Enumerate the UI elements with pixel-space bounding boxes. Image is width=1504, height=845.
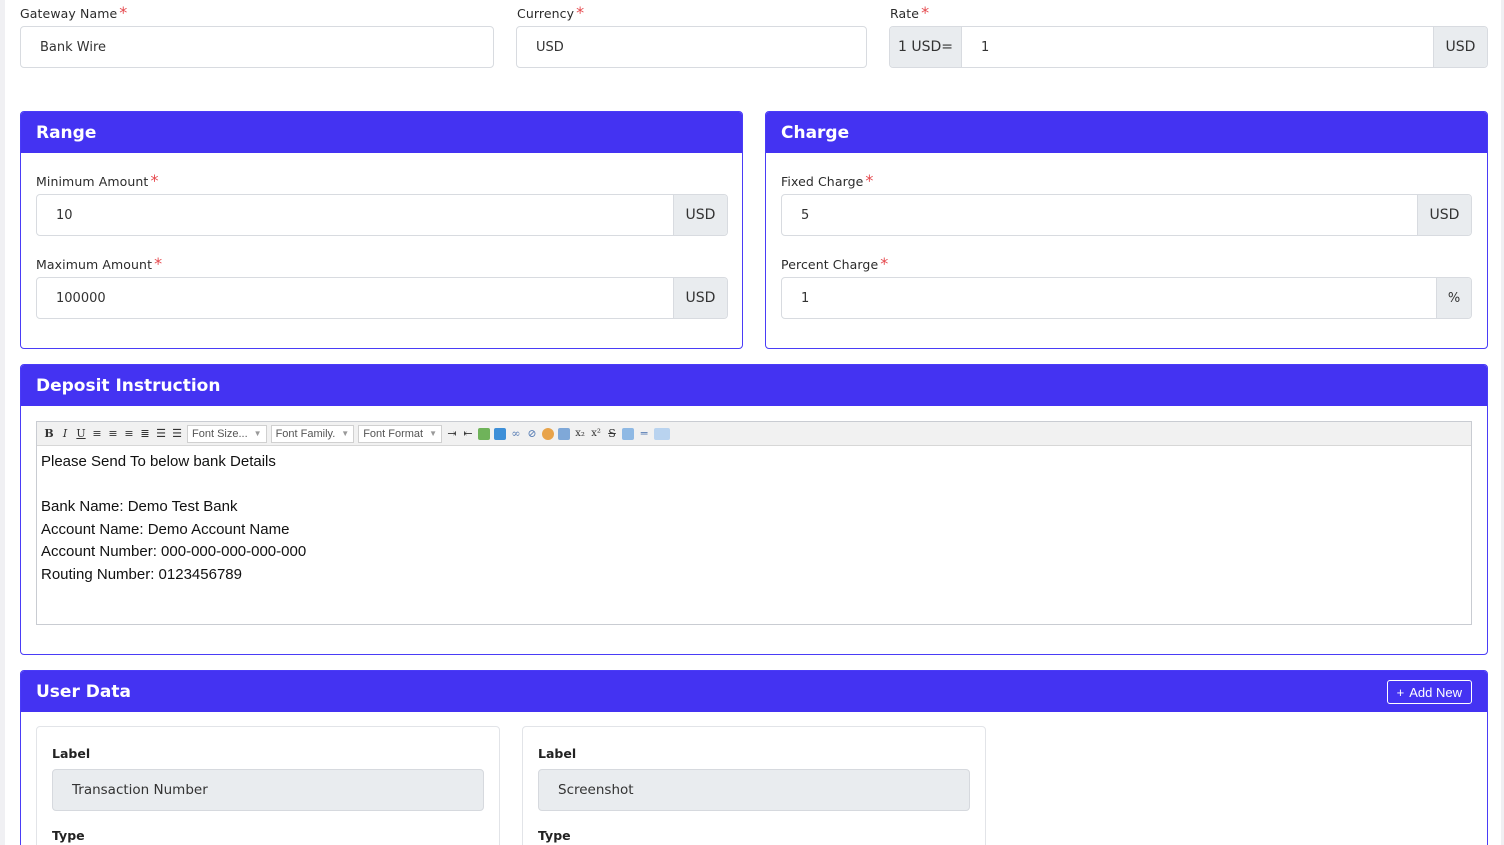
outdent-icon[interactable]: ⇤	[462, 427, 474, 441]
fixed-charge-unit: USD	[1417, 195, 1471, 235]
label-caption: Label	[52, 746, 91, 761]
plus-icon: +	[1396, 684, 1405, 700]
font-size-select[interactable]: Font Size... ▼	[187, 424, 267, 443]
editor-toolbar: B I U ≡ ≡ ≡ ≣ ☰ ☰ Font Size... ▼ Font Fam…	[37, 422, 1471, 446]
rate-label: Rate *	[890, 3, 930, 22]
italic-icon[interactable]: I	[59, 427, 71, 441]
label-caption: Label	[538, 746, 577, 761]
text-color-icon[interactable]	[478, 427, 491, 440]
currency-input[interactable]: USD	[516, 26, 867, 68]
maximum-amount-group: 100000 USD	[36, 277, 728, 319]
minimum-amount-label: Minimum Amount *	[36, 171, 159, 190]
user-field-card: Label Screenshot Type	[522, 726, 986, 845]
percent-charge-group: 1 %	[781, 277, 1472, 319]
maximum-amount-label: Maximum Amount *	[36, 254, 163, 273]
fixed-charge-group: 5 USD	[781, 194, 1472, 236]
align-justify-icon[interactable]: ≣	[139, 427, 151, 441]
user-data-card: User Data + Add New Label Transaction Nu…	[20, 670, 1488, 845]
charge-card-header: Charge	[766, 112, 1487, 153]
rate-suffix-addon: USD	[1433, 27, 1487, 67]
user-data-title: User Data	[36, 681, 131, 702]
unordered-list-icon[interactable]: ☰	[171, 427, 183, 441]
image-icon[interactable]	[542, 427, 555, 440]
gateway-name-input[interactable]: Bank Wire	[20, 26, 494, 68]
background-color-icon[interactable]	[494, 427, 507, 440]
remove-format-icon[interactable]	[622, 427, 635, 440]
editor-line: Account Name: Demo Account Name	[41, 520, 290, 538]
editor-line: Bank Name: Demo Test Bank	[41, 498, 238, 515]
link-icon[interactable]: ∞	[510, 427, 522, 441]
minimum-amount-group: 10 USD	[36, 194, 728, 236]
ordered-list-icon[interactable]: ☰	[155, 427, 167, 441]
superscript-icon[interactable]: x²	[590, 427, 602, 441]
underline-icon[interactable]: U	[75, 427, 87, 441]
minimum-amount-input[interactable]: 10	[37, 195, 673, 235]
indent-icon[interactable]: ⇥	[446, 427, 458, 441]
type-caption: Type	[52, 828, 85, 843]
percent-charge-label: Percent Charge *	[781, 254, 889, 273]
deposit-instruction-card: Deposit Instruction B I U ≡ ≡ ≡ ≣ ☰ ☰ Fo…	[20, 364, 1488, 655]
range-card-header: Range	[21, 112, 742, 153]
rate-input-group: 1 USD= 1 USD	[889, 26, 1488, 68]
add-new-button[interactable]: + Add New	[1386, 680, 1472, 704]
label-value-input[interactable]: Transaction Number	[52, 769, 484, 811]
type-caption: Type	[538, 828, 571, 843]
html-source-icon[interactable]	[654, 427, 671, 440]
user-data-header: User Data + Add New	[21, 671, 1487, 712]
align-center-icon[interactable]: ≡	[107, 427, 119, 441]
add-new-label: Add New	[1409, 684, 1462, 700]
editor-content[interactable]: Please Send To below bank Details Bank N…	[37, 446, 1471, 591]
charge-card: Charge Fixed Charge * 5 USD Percent Charg…	[765, 111, 1488, 349]
maximum-amount-unit: USD	[673, 278, 727, 318]
subscript-icon[interactable]: x₂	[574, 427, 586, 441]
range-card: Range Minimum Amount * 10 USD Maximum Amo…	[20, 111, 743, 349]
label-value-input[interactable]: Screenshot	[538, 769, 970, 811]
align-left-icon[interactable]: ≡	[91, 427, 103, 441]
font-family-select[interactable]: Font Family. ▼	[270, 424, 355, 443]
bold-icon[interactable]: B	[43, 427, 55, 441]
currency-label: Currency *	[517, 3, 585, 22]
rate-prefix-addon: 1 USD=	[890, 27, 962, 67]
unlink-icon[interactable]: ⊘	[526, 427, 538, 441]
user-field-card: Label Transaction Number Type	[36, 726, 500, 845]
editor-line-blank	[41, 474, 1467, 497]
percent-charge-input[interactable]: 1	[782, 278, 1436, 318]
rate-input[interactable]: 1	[962, 27, 1433, 67]
editor-line: Routing Number: 0123456789	[41, 565, 242, 583]
deposit-instruction-header: Deposit Instruction	[21, 365, 1487, 406]
maximum-amount-input[interactable]: 100000	[37, 278, 673, 318]
font-format-select[interactable]: Font Format ▼	[358, 424, 443, 443]
left-page-edge	[0, 0, 5, 845]
minimum-amount-unit: USD	[673, 195, 727, 235]
fixed-charge-input[interactable]: 5	[782, 195, 1417, 235]
fixed-charge-label: Fixed Charge *	[781, 171, 874, 190]
editor-line: Account Number: 000-000-000-000-000	[41, 543, 307, 560]
strikethrough-icon[interactable]: S	[606, 427, 618, 441]
rich-text-editor[interactable]: B I U ≡ ≡ ≡ ≣ ☰ ☰ Font Size... ▼ Font Fam…	[36, 421, 1472, 625]
edit-html-icon[interactable]	[558, 427, 571, 440]
gateway-name-label: Gateway Name *	[20, 3, 128, 22]
percent-charge-unit: %	[1436, 278, 1471, 318]
align-right-icon[interactable]: ≡	[123, 427, 135, 441]
horizontal-rule-icon[interactable]: ═	[638, 427, 650, 441]
editor-line: Please Send To below bank Details	[41, 453, 276, 470]
